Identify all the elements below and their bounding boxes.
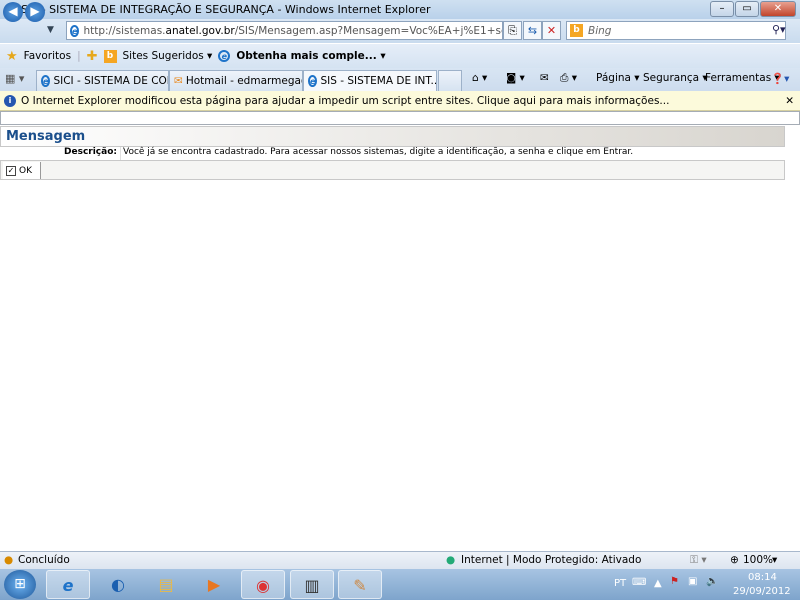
tab-sici[interactable]: e SICI - SISTEMA DE COLET... bbox=[36, 70, 169, 91]
protected-mode-icon[interactable]: ⚿ ▾ bbox=[690, 554, 707, 567]
status-bar: ● Concluído ● Internet | Modo Protegido:… bbox=[0, 551, 800, 569]
search-placeholder: Bing bbox=[588, 24, 612, 37]
feeds-icon[interactable]: ◙ ▾ bbox=[506, 72, 525, 84]
title-bar: e SIS - SISTEMA DE INTEGRAÇÃO E SEGURANÇ… bbox=[0, 0, 800, 19]
description-label: Descrição: bbox=[0, 147, 120, 160]
chrome-icon[interactable]: ◉ bbox=[241, 570, 285, 599]
search-input[interactable]: b Bing bbox=[566, 21, 786, 40]
status-text: Concluído bbox=[18, 554, 70, 566]
bing-icon: b bbox=[570, 24, 583, 37]
mail-icon[interactable]: ✉ bbox=[540, 72, 549, 84]
ie-icon: e bbox=[41, 75, 51, 87]
window-title: SIS - SISTEMA DE INTEGRAÇÃO E SEGURANÇA … bbox=[21, 3, 431, 16]
url-domain: anatel.gov.br bbox=[165, 24, 235, 37]
favorites-button[interactable]: Favoritos bbox=[24, 50, 71, 62]
bing-icon: b bbox=[103, 49, 117, 63]
ok-button[interactable]: ✓ OK bbox=[3, 162, 41, 179]
message-panel: Mensagem Descrição: Você já se encontra … bbox=[0, 126, 785, 180]
document-icon[interactable]: ▥ bbox=[290, 570, 334, 599]
ie-icon: e bbox=[218, 50, 231, 62]
page-title: Mensagem bbox=[0, 126, 785, 147]
tab-sis[interactable]: e SIS - SISTEMA DE INT... ✕ bbox=[303, 70, 437, 91]
clock-time[interactable]: 08:14 bbox=[748, 572, 777, 583]
url-prefix: http://sistemas. bbox=[83, 24, 166, 37]
url-path: /SIS/Mensagem.asp?Mensagem=Voc%EA+j%E1+s… bbox=[234, 24, 502, 37]
infobar-close-icon[interactable]: ✕ bbox=[785, 95, 794, 107]
new-tab-button[interactable] bbox=[438, 70, 462, 91]
zoom-dropdown-icon[interactable]: ▾ bbox=[772, 554, 777, 566]
warning-icon: ● bbox=[4, 554, 14, 566]
help-icon[interactable]: ❓▾ bbox=[771, 72, 789, 85]
globe-icon: ● bbox=[446, 554, 456, 566]
compatibility-view-icon[interactable]: ⎘ bbox=[503, 21, 522, 40]
taskbar-app-icon[interactable]: ◐ bbox=[96, 570, 140, 599]
fav-obtenha-mais[interactable]: Obtenha mais comple... ▾ bbox=[236, 50, 385, 62]
zoom-icon[interactable]: ⊕ bbox=[730, 554, 739, 566]
maximize-button[interactable]: ▭ bbox=[735, 1, 759, 17]
close-button[interactable]: ✕ bbox=[760, 1, 796, 17]
print-icon[interactable]: ⎙ ▾ bbox=[560, 72, 577, 85]
page-menu[interactable]: Página ▾ bbox=[596, 72, 640, 84]
keyboard-icon[interactable]: ⌨ bbox=[632, 577, 646, 588]
tab-label: Hotmail - edmarmega@... bbox=[185, 75, 302, 87]
tab-hotmail[interactable]: ✉ Hotmail - edmarmega@... bbox=[169, 70, 303, 91]
infobar-text: O Internet Explorer modificou esta págin… bbox=[21, 94, 670, 107]
scrollbar[interactable] bbox=[785, 126, 800, 550]
network-icon[interactable]: ▣ bbox=[688, 576, 697, 587]
show-hidden-icons[interactable]: ▲ bbox=[654, 578, 662, 589]
information-bar[interactable]: i O Internet Explorer modificou esta pág… bbox=[0, 91, 800, 111]
hotmail-icon: ✉ bbox=[174, 75, 183, 87]
security-menu[interactable]: Segurança ▾ bbox=[643, 72, 708, 84]
language-indicator[interactable]: PT bbox=[614, 578, 626, 589]
page-icon: e bbox=[70, 24, 80, 37]
clock-date[interactable]: 29/09/2012 bbox=[733, 586, 791, 597]
ok-label: OK bbox=[19, 165, 32, 176]
description-row: Descrição: Você já se encontra cadastrad… bbox=[0, 147, 785, 160]
history-dropdown-icon[interactable]: ▼ bbox=[47, 25, 54, 35]
volume-icon[interactable]: 🔈 bbox=[706, 576, 718, 587]
zoom-level[interactable]: 100% bbox=[743, 554, 773, 566]
forward-button[interactable]: ▶ bbox=[25, 2, 45, 22]
favorites-star-icon: ★ bbox=[6, 48, 18, 64]
fav-sites-sugeridos[interactable]: Sites Sugeridos ▾ bbox=[123, 50, 213, 62]
description-value: Você já se encontra cadastrado. Para ace… bbox=[120, 147, 785, 160]
start-button[interactable]: ⊞ bbox=[4, 570, 36, 599]
checkbox-icon: ✓ bbox=[6, 165, 16, 176]
tools-menu[interactable]: Ferramentas ▾ bbox=[705, 72, 780, 84]
taskbar: ⊞ e ◐ ▤ ▶ ◉ ▥ ✎ PT ⌨ ▲ ⚑ ▣ 🔈 08:14 29/09… bbox=[0, 569, 800, 600]
button-row: ✓ OK bbox=[0, 160, 785, 180]
shield-icon: i bbox=[4, 94, 16, 107]
tab-bar: ▦ ▾ e SICI - SISTEMA DE COLET... ✉ Hotma… bbox=[0, 68, 800, 91]
ie-icon: e bbox=[308, 75, 318, 87]
tab-label: SICI - SISTEMA DE COLET... bbox=[53, 75, 168, 87]
home-icon[interactable]: ⌂ ▾ bbox=[472, 72, 487, 84]
security-zone[interactable]: Internet | Modo Protegido: Ativado bbox=[461, 554, 641, 566]
media-player-icon[interactable]: ▶ bbox=[192, 570, 236, 599]
minimize-button[interactable]: – bbox=[710, 1, 734, 17]
folder-icon[interactable]: ▤ bbox=[144, 570, 188, 599]
stop-icon[interactable]: ✕ bbox=[542, 21, 561, 40]
taskbar-ie-icon[interactable]: e bbox=[46, 570, 90, 599]
address-bar[interactable]: e http://sistemas. anatel.gov.br/SIS/Mens… bbox=[66, 21, 503, 40]
search-icon[interactable]: ⚲▾ bbox=[772, 23, 786, 36]
back-button[interactable]: ◀ bbox=[3, 2, 23, 22]
favorites-bar: ★ Favoritos | ✚ b Sites Sugeridos ▾ e Ob… bbox=[0, 44, 800, 68]
paint-icon[interactable]: ✎ bbox=[338, 570, 382, 599]
refresh-icon[interactable]: ⇆ bbox=[523, 21, 542, 40]
quick-tabs-icon[interactable]: ▦ ▾ bbox=[5, 72, 24, 85]
action-center-icon[interactable]: ⚑ bbox=[670, 576, 679, 587]
tab-label: SIS - SISTEMA DE INT... bbox=[320, 75, 437, 87]
add-favorite-icon[interactable]: ✚ bbox=[87, 49, 98, 64]
page-top-frame bbox=[0, 111, 800, 125]
